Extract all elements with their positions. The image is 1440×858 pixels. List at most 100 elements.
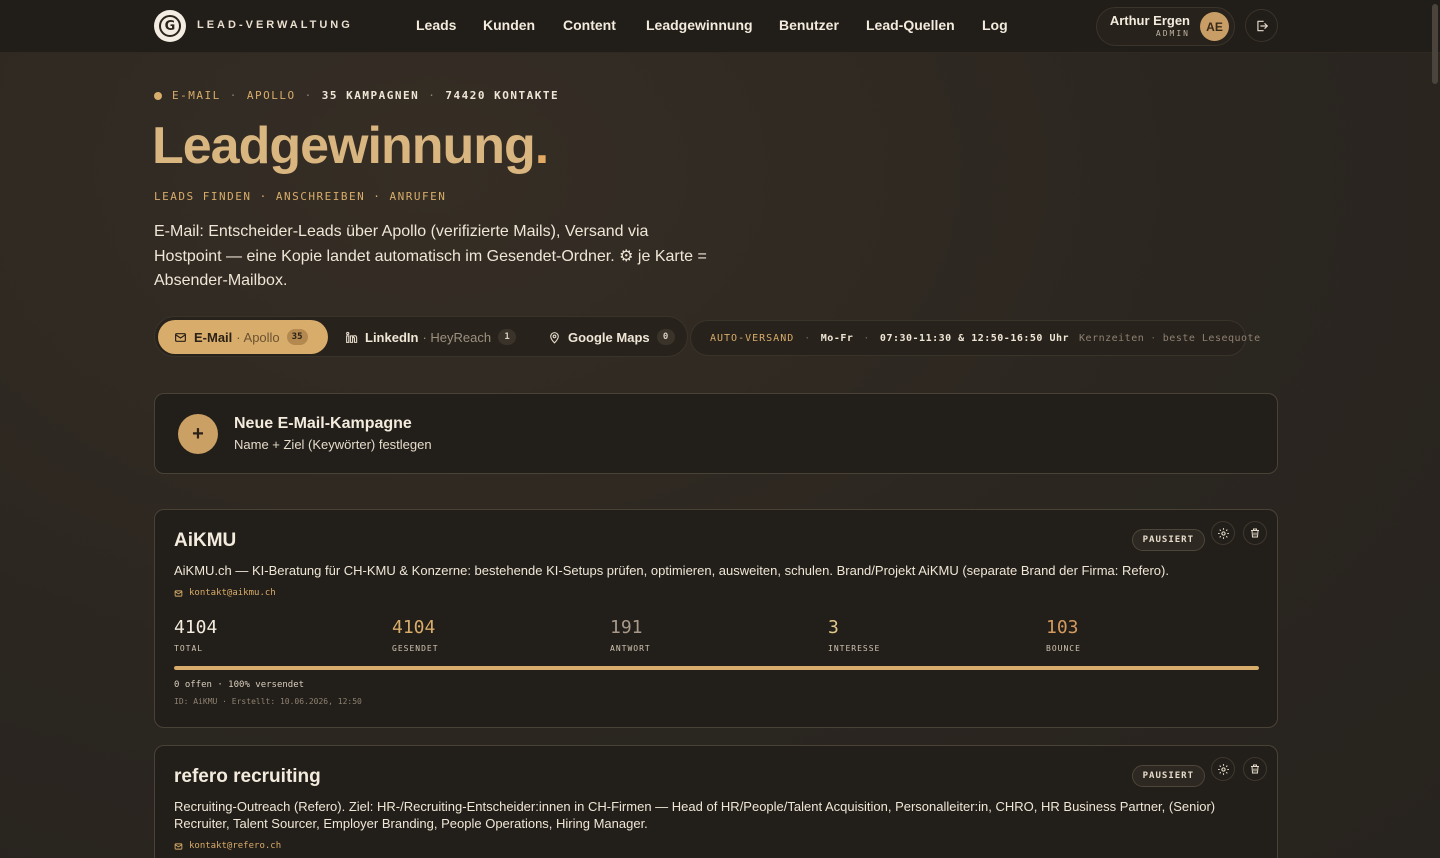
auto-send-note-rate: beste Lesequote [1162, 332, 1261, 344]
delete-button[interactable] [1243, 757, 1267, 781]
settings-button[interactable] [1211, 757, 1235, 781]
stat-label: BOUNCE [1046, 644, 1081, 653]
nav-item-benutzer[interactable]: Benutzer [779, 17, 839, 33]
auto-send-times: 07:30-11:30 & 12:50-16:50 Uhr [879, 332, 1070, 344]
stat-label: ANTWORT [610, 644, 651, 653]
campaign-sender-email: kontakt@aikmu.ch [174, 588, 276, 598]
gear-icon [1217, 763, 1229, 775]
sender-email-text: kontakt@aikmu.ch [189, 588, 276, 598]
campaign-card[interactable]: AiKMU PAUSIERT AiKMU.ch — KI-Beratung fü… [154, 509, 1278, 728]
campaign-description: Recruiting-Outreach (Refero). Ziel: HR-/… [174, 799, 1216, 831]
page-description: E-Mail: Entscheider-Leads über Apollo (v… [154, 223, 707, 289]
meta-separator: · [229, 89, 238, 102]
channel-meta-line: E-MAIL · APOLLO · 35 KAMPAGNEN · 74420 K… [154, 89, 559, 102]
stat-interest: 3 INTERESSE [828, 617, 880, 653]
auto-send-separator: · [804, 332, 811, 344]
channel-tabs: E-Mail · Apollo 35 LinkedIn · HeyReach 1… [154, 316, 688, 357]
delete-button[interactable] [1243, 521, 1267, 545]
trash-icon [1251, 764, 1259, 774]
meta-channel: E-MAIL [172, 89, 221, 102]
tab-email[interactable]: E-Mail · Apollo 35 [158, 320, 328, 354]
logo-mark: G [159, 15, 181, 37]
nav-item-leadgewinnung[interactable]: Leadgewinnung [646, 17, 753, 33]
linkedin-icon [346, 331, 358, 343]
meta-separator: · [304, 89, 313, 102]
nav-item-log[interactable]: Log [982, 17, 1008, 33]
stat-value: 3 [828, 617, 839, 638]
status-badge: PAUSIERT [1131, 765, 1205, 787]
tab-google-maps[interactable]: Google Maps 0 [548, 320, 688, 354]
auto-send-days: Mo-Fr [820, 332, 854, 344]
tab-email-count: 35 [286, 329, 308, 345]
tab-email-label: E-Mail [194, 329, 233, 345]
new-campaign-subtitle: Name + Ziel (Keywörter) festlegen [234, 437, 432, 452]
map-pin-icon [550, 331, 559, 344]
stat-bounce: 103 BOUNCE [1046, 617, 1081, 653]
meta-source: APOLLO [246, 89, 296, 102]
auto-send-separator: · [1150, 332, 1157, 344]
campaign-progress-text: 0 offen · 100% versendet [174, 680, 305, 690]
user-name: Arthur Ergen [1109, 13, 1190, 28]
stat-value: 4104 [174, 617, 218, 638]
user-role: ADMIN [1155, 29, 1190, 38]
mail-icon [175, 332, 186, 342]
status-dot [154, 91, 162, 100]
auto-send-info: AUTO-VERSAND · Mo-Fr · 07:30-11:30 & 12:… [690, 320, 1260, 356]
status-badge: PAUSIERT [1131, 529, 1205, 551]
tab-linkedin-sub: · HeyReach [422, 329, 492, 345]
campaign-meta: ID: AiKMU · Erstellt: 10.06.2026, 12:50 [174, 697, 362, 706]
new-campaign-button[interactable]: + Neue E-Mail-Kampagne Name + Ziel (Keyw… [154, 393, 1278, 474]
stat-label: INTERESSE [828, 644, 881, 653]
tab-linkedin-label: LinkedIn [365, 329, 419, 345]
gear-icon [1217, 527, 1229, 539]
logout-icon [1256, 20, 1268, 31]
logout-button[interactable] [1245, 9, 1278, 42]
page-title: Leadgewinnung. [152, 116, 549, 176]
auto-send-label: AUTO-VERSAND [710, 332, 795, 344]
meta-campaign-count: 35 KAMPAGNEN [321, 89, 420, 102]
stat-replies: 191 ANTWORT [610, 617, 651, 653]
stat-value: 191 [610, 617, 643, 638]
mail-icon [174, 842, 183, 850]
campaign-description: AiKMU.ch — KI-Beratung für CH-KMU & Konz… [174, 563, 1169, 578]
campaign-sender-email: kontakt@refero.ch [174, 841, 281, 851]
tab-google-maps-label: Google Maps [568, 329, 650, 345]
nav-item-content[interactable]: Content [563, 17, 616, 33]
avatar: AE [1200, 12, 1229, 41]
page-title-text: Leadgewinnung [152, 117, 536, 175]
progress-bar [174, 666, 1259, 670]
sender-email-text: kontakt@refero.ch [189, 841, 282, 851]
new-campaign-title: Neue E-Mail-Kampagne [234, 415, 412, 432]
nav-item-leads[interactable]: Leads [416, 17, 456, 33]
user-menu[interactable]: Arthur Ergen ADMIN AE [1096, 7, 1235, 46]
nav-item-kunden[interactable]: Kunden [483, 17, 535, 33]
trash-icon [1251, 528, 1259, 538]
campaign-name: refero recruiting [174, 766, 321, 787]
nav-item-lead-quellen[interactable]: Lead-Quellen [866, 17, 955, 33]
tab-linkedin-count: 1 [498, 329, 517, 345]
campaign-card[interactable]: refero recruiting PAUSIERT Recruiting-Ou… [154, 745, 1278, 858]
tab-google-maps-count: 0 [656, 329, 675, 345]
app-logo[interactable]: G [154, 10, 186, 42]
tab-linkedin[interactable]: LinkedIn · HeyReach 1 [345, 320, 525, 354]
page-subtitle: LEADS FINDEN · ANSCHREIBEN · ANRUFEN [154, 190, 447, 203]
tab-email-sub: · Apollo [236, 329, 280, 345]
stat-value: 103 [1046, 617, 1079, 638]
stat-total: 4104 TOTAL [174, 617, 217, 653]
auto-send-separator: · [863, 332, 870, 344]
stat-label: GESENDET [392, 644, 439, 653]
meta-separator: · [428, 89, 437, 102]
page-scrollbar[interactable] [1432, 4, 1438, 84]
stat-value: 4104 [392, 617, 436, 638]
stat-label: TOTAL [174, 644, 204, 653]
settings-button[interactable] [1211, 521, 1235, 545]
plus-icon: + [178, 414, 218, 454]
brand-name: LEAD-VERWALTUNG [197, 19, 353, 31]
auto-send-note-core: Kernzeiten [1079, 332, 1145, 344]
progress-fill [174, 666, 1259, 670]
stat-sent: 4104 GESENDET [392, 617, 439, 653]
mail-icon [174, 589, 183, 597]
meta-contact-count: 74420 KONTAKTE [445, 89, 560, 102]
campaign-name: AiKMU [174, 530, 237, 551]
top-navigation-bar: G LEAD-VERWALTUNG Leads Kunden Content L… [0, 0, 1440, 53]
